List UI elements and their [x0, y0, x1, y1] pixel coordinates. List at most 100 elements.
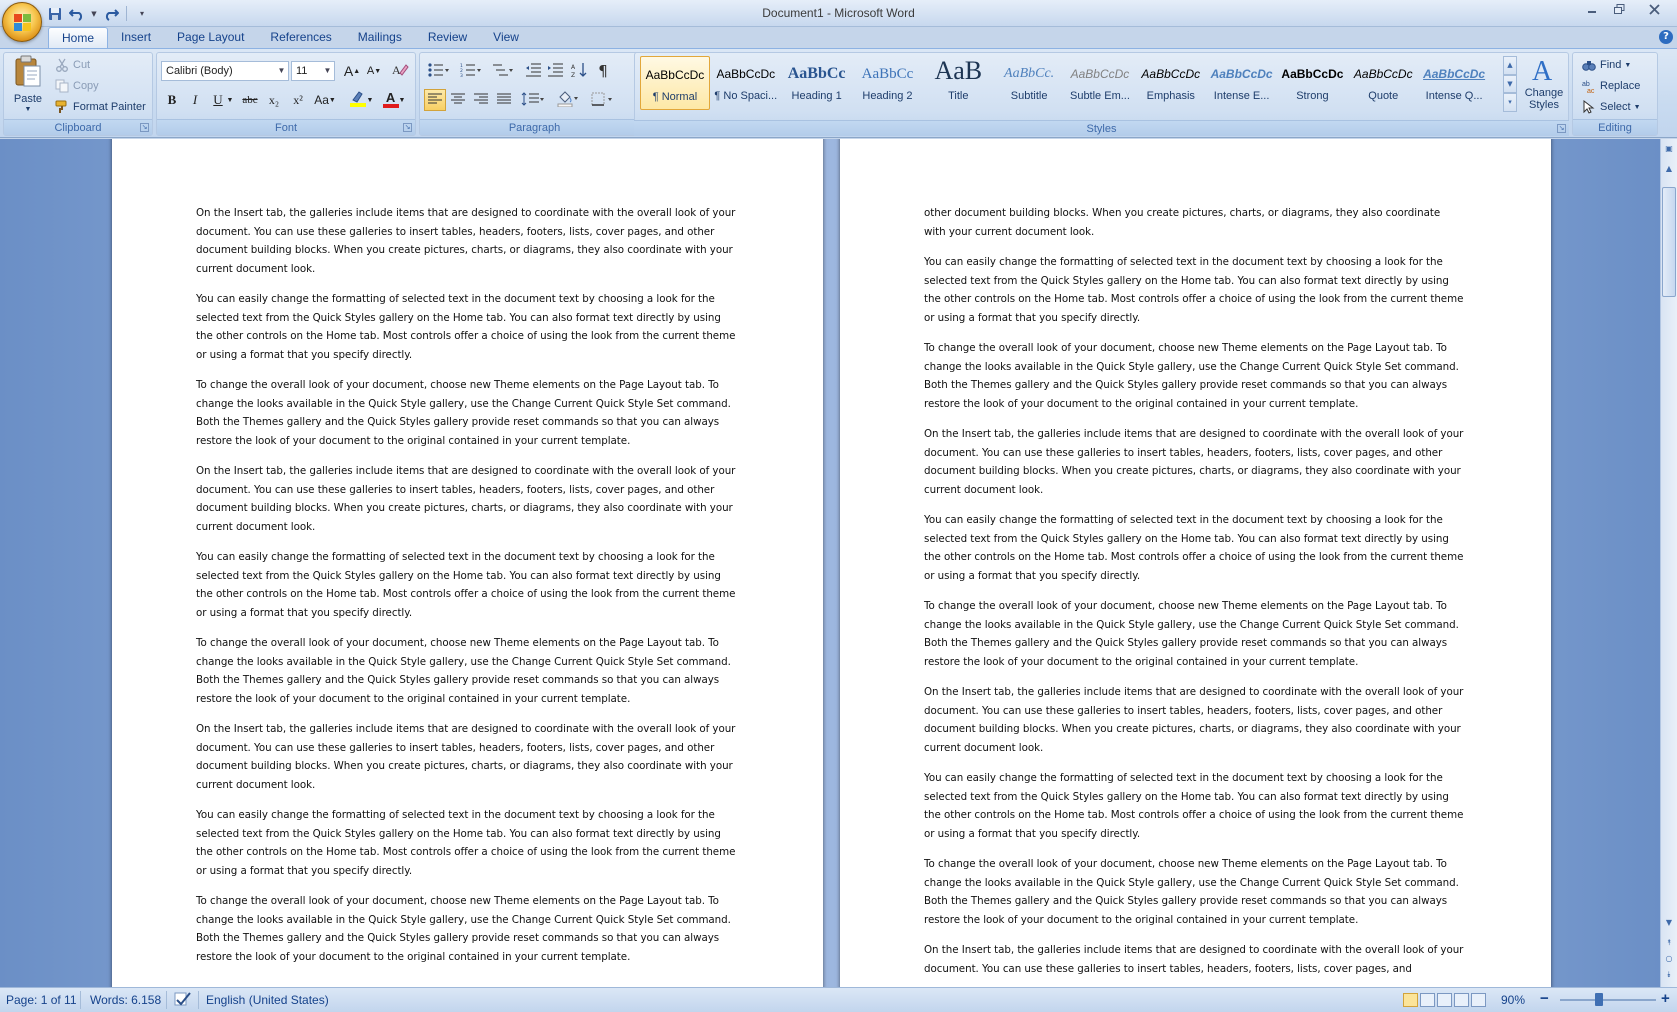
document-paragraph[interactable]: You can easily change the formatting of … — [924, 253, 1464, 327]
style-strong[interactable]: AaBbCcDc Strong — [1278, 56, 1348, 110]
bullets-button[interactable] — [424, 60, 454, 82]
style-quote[interactable]: AaBbCcDc Quote — [1348, 56, 1418, 110]
document-paragraph[interactable]: On the Insert tab, the galleries include… — [924, 425, 1464, 499]
document-paragraph[interactable]: You can easily change the formatting of … — [196, 290, 736, 364]
change-styles-button[interactable]: A Change Styles — [1521, 54, 1567, 116]
restore-icon[interactable] — [1606, 0, 1632, 18]
page-text-left[interactable]: On the Insert tab, the galleries include… — [196, 204, 736, 978]
multilevel-list-button[interactable] — [488, 60, 518, 82]
document-area[interactable]: On the Insert tab, the galleries include… — [0, 139, 1660, 987]
grow-font-button[interactable]: A ▲ — [341, 60, 363, 82]
ruler-toggle-icon[interactable]: ▣ — [1662, 141, 1676, 157]
full-screen-reading-view-icon[interactable] — [1420, 993, 1435, 1007]
close-icon[interactable] — [1633, 0, 1675, 18]
gallery-down-icon[interactable]: ▼ — [1503, 74, 1517, 94]
document-paragraph[interactable]: On the Insert tab, the galleries include… — [196, 204, 736, 278]
style-heading-1[interactable]: AaBbCc Heading 1 — [782, 56, 852, 110]
tab-page-layout[interactable]: Page Layout — [164, 27, 257, 49]
copy-button[interactable]: Copy — [54, 78, 99, 94]
document-paragraph[interactable]: To change the overall look of your docum… — [924, 855, 1464, 929]
document-paragraph[interactable]: On the Insert tab, the galleries include… — [196, 720, 736, 794]
zoom-slider-thumb[interactable] — [1595, 993, 1603, 1006]
style-intense-quote[interactable]: AaBbCcDc Intense Q... — [1419, 56, 1489, 110]
bold-button[interactable]: B — [161, 89, 183, 111]
page-count[interactable]: Page: 1 of 11 — [6, 993, 77, 1007]
style-normal[interactable]: AaBbCcDc ¶ Normal — [640, 56, 710, 110]
document-paragraph[interactable]: On the Insert tab, the galleries include… — [924, 683, 1464, 757]
page-text-right[interactable]: other document building blocks. When you… — [924, 204, 1464, 987]
scroll-thumb[interactable] — [1662, 187, 1676, 297]
document-paragraph[interactable]: To change the overall look of your docum… — [196, 376, 736, 450]
style-heading-2[interactable]: AaBbCc Heading 2 — [853, 56, 923, 110]
document-paragraph[interactable]: You can easily change the formatting of … — [924, 769, 1464, 843]
help-icon[interactable]: ? — [1659, 30, 1673, 44]
format-painter-button[interactable]: Format Painter — [54, 99, 146, 115]
font-launcher-icon[interactable]: ↘ — [403, 123, 412, 132]
next-page-icon[interactable]: ⯯ — [1662, 967, 1676, 983]
superscript-button[interactable]: x² — [287, 89, 309, 111]
clear-formatting-button[interactable]: A — [389, 60, 411, 82]
align-left-button[interactable] — [424, 89, 446, 111]
clipboard-launcher-icon[interactable]: ↘ — [140, 123, 149, 132]
draft-view-icon[interactable] — [1471, 993, 1486, 1007]
document-page-left[interactable]: On the Insert tab, the galleries include… — [112, 139, 823, 987]
shrink-font-button[interactable]: A ▼ — [363, 60, 385, 82]
document-paragraph[interactable]: To change the overall look of your docum… — [924, 339, 1464, 413]
web-layout-view-icon[interactable] — [1437, 993, 1452, 1007]
scroll-down-icon[interactable]: ▼ — [1662, 915, 1676, 931]
italic-button[interactable]: I — [184, 89, 206, 111]
browse-object-icon[interactable]: ○ — [1662, 951, 1676, 967]
office-button[interactable] — [2, 2, 42, 42]
style-subtitle[interactable]: AaBbCc. Subtitle — [994, 56, 1064, 110]
scroll-up-icon[interactable]: ▲ — [1662, 161, 1676, 177]
previous-page-icon[interactable]: ⯭ — [1662, 935, 1676, 951]
decrease-indent-button[interactable] — [522, 60, 544, 82]
style-subtle-emphasis[interactable]: AaBbCcDc Subtle Em... — [1065, 56, 1135, 110]
document-paragraph[interactable]: To change the overall look of your docum… — [196, 892, 736, 966]
numbering-button[interactable]: 123 — [456, 60, 486, 82]
font-color-button[interactable]: A ▼ — [379, 89, 409, 111]
language-status[interactable]: English (United States) — [206, 993, 329, 1007]
align-right-button[interactable] — [470, 89, 492, 111]
tab-home[interactable]: Home — [48, 27, 109, 49]
document-paragraph[interactable]: You can easily change the formatting of … — [196, 806, 736, 880]
proofing-icon[interactable] — [174, 991, 192, 1010]
replace-button[interactable]: ab ac Replace — [1581, 78, 1640, 94]
strikethrough-button[interactable]: abc — [239, 89, 261, 111]
justify-button[interactable] — [493, 89, 515, 111]
highlight-button[interactable]: ▼ — [347, 89, 375, 111]
shading-button[interactable] — [554, 89, 584, 111]
style-no-spacing[interactable]: AaBbCcDc ¶ No Spaci... — [711, 56, 781, 110]
zoom-in-icon[interactable]: + — [1661, 990, 1670, 1007]
underline-dropdown[interactable]: ▼ — [225, 89, 235, 111]
print-layout-view-icon[interactable] — [1403, 993, 1418, 1007]
tab-mailings[interactable]: Mailings — [345, 27, 415, 49]
style-intense-emphasis[interactable]: AaBbCcDc Intense E... — [1207, 56, 1277, 110]
minimize-icon[interactable] — [1579, 0, 1605, 18]
style-title[interactable]: AaB Title — [923, 56, 993, 110]
change-case-button[interactable]: Aa ▼ — [311, 89, 339, 111]
increase-indent-button[interactable] — [544, 60, 566, 82]
align-center-button[interactable] — [447, 89, 469, 111]
word-count[interactable]: Words: 6.158 — [90, 993, 161, 1007]
document-paragraph[interactable]: On the Insert tab, the galleries include… — [924, 941, 1464, 978]
gallery-more-icon[interactable]: ▾ — [1503, 93, 1517, 113]
tab-view[interactable]: View — [480, 27, 532, 49]
style-emphasis[interactable]: AaBbCcDc Emphasis — [1136, 56, 1206, 110]
tab-references[interactable]: References — [257, 27, 344, 49]
document-paragraph[interactable]: other document building blocks. When you… — [924, 204, 1464, 241]
zoom-slider[interactable] — [1560, 999, 1656, 1001]
font-size-combo[interactable]: 11 ▼ — [291, 61, 335, 81]
styles-launcher-icon[interactable]: ↘ — [1557, 124, 1566, 133]
sort-button[interactable]: AZ — [568, 60, 590, 82]
outline-view-icon[interactable] — [1454, 993, 1469, 1007]
document-paragraph[interactable]: To change the overall look of your docum… — [924, 597, 1464, 671]
document-paragraph[interactable]: You can easily change the formatting of … — [924, 511, 1464, 585]
tab-review[interactable]: Review — [415, 27, 480, 49]
borders-button[interactable] — [588, 89, 618, 111]
cut-button[interactable]: Cut — [54, 57, 90, 73]
line-spacing-button[interactable] — [518, 89, 548, 111]
subscript-button[interactable]: x₂ — [263, 89, 285, 111]
zoom-out-icon[interactable]: − — [1540, 990, 1549, 1007]
tab-insert[interactable]: Insert — [108, 27, 164, 49]
